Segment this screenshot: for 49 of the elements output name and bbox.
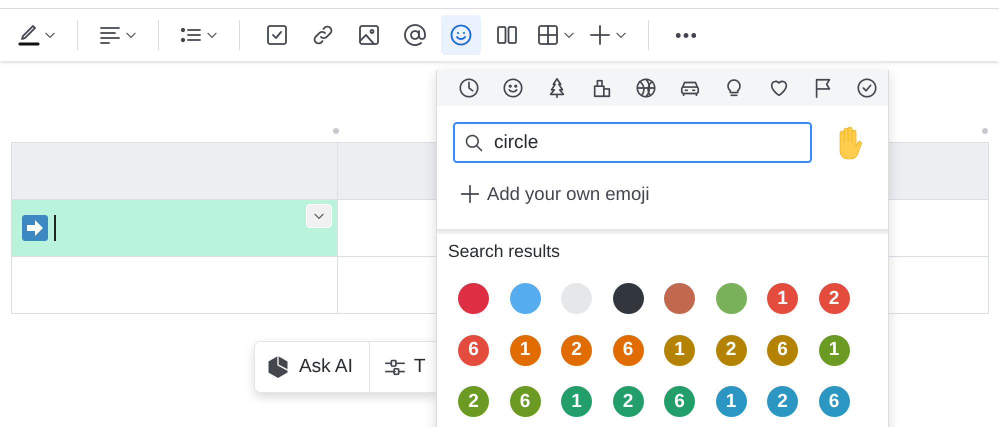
number-emoji-button[interactable]: 2	[561, 334, 592, 366]
search-field[interactable]: circle	[453, 122, 812, 163]
number-emoji-button[interactable]: 1	[664, 334, 695, 366]
cell-menu-button[interactable]	[306, 204, 332, 228]
checkbox-icon	[265, 23, 289, 47]
add-emoji-button[interactable]: Add your own emoji	[459, 183, 650, 205]
number-emoji-button[interactable]: 2	[818, 283, 850, 314]
emoji-icon	[449, 23, 473, 47]
table-icon	[536, 23, 560, 47]
hexagon-logo-icon	[267, 355, 289, 379]
number-emoji-button[interactable]: 2	[716, 334, 746, 366]
number-emoji-button[interactable]: 2	[458, 386, 489, 417]
text-cursor	[54, 215, 56, 241]
number-emoji-button[interactable]: 6	[612, 334, 644, 366]
number-emoji-button[interactable]: 6	[510, 386, 540, 417]
number-emoji-button[interactable]: 2	[612, 386, 644, 417]
image-icon	[357, 23, 381, 47]
number-emoji-button[interactable]: 6	[664, 386, 695, 417]
number-emoji-button[interactable]: 1	[561, 386, 592, 417]
column-handle[interactable]	[982, 128, 988, 134]
search-input: circle	[494, 132, 794, 154]
number-emoji-button[interactable]: 1	[818, 334, 850, 366]
category-tab[interactable]	[634, 76, 658, 100]
more-icon	[676, 32, 696, 38]
number-emoji-button[interactable]: 1	[767, 283, 798, 314]
smiley-icon	[502, 77, 524, 99]
mention-icon	[403, 23, 427, 47]
ask-ai-button[interactable]: Ask AI	[255, 342, 369, 392]
text-color-icon	[17, 23, 41, 47]
number-emoji-button[interactable]: 1	[510, 334, 540, 366]
number-emoji-button[interactable]: 6	[767, 334, 798, 366]
ball-icon	[634, 77, 657, 99]
section-heading: Search results	[448, 241, 561, 262]
clock-icon	[458, 77, 480, 99]
number-emoji-button[interactable]: 2	[767, 386, 798, 417]
number-emoji-button[interactable]: 1	[716, 386, 746, 417]
number-emoji-button[interactable]: 6	[458, 334, 489, 366]
category-tab[interactable]	[457, 76, 481, 100]
column-handle[interactable]	[333, 128, 339, 134]
check-circle-icon	[856, 77, 878, 99]
link-icon	[311, 23, 335, 47]
plus-icon	[459, 183, 481, 205]
category-tab[interactable]	[854, 76, 879, 100]
circle-emoji-button[interactable]	[612, 283, 644, 314]
plus-icon	[588, 23, 612, 47]
category-tab[interactable]	[501, 76, 526, 100]
number-emoji-button[interactable]: 6	[818, 386, 850, 417]
search-icon	[464, 132, 484, 152]
columns-icon	[495, 23, 519, 47]
